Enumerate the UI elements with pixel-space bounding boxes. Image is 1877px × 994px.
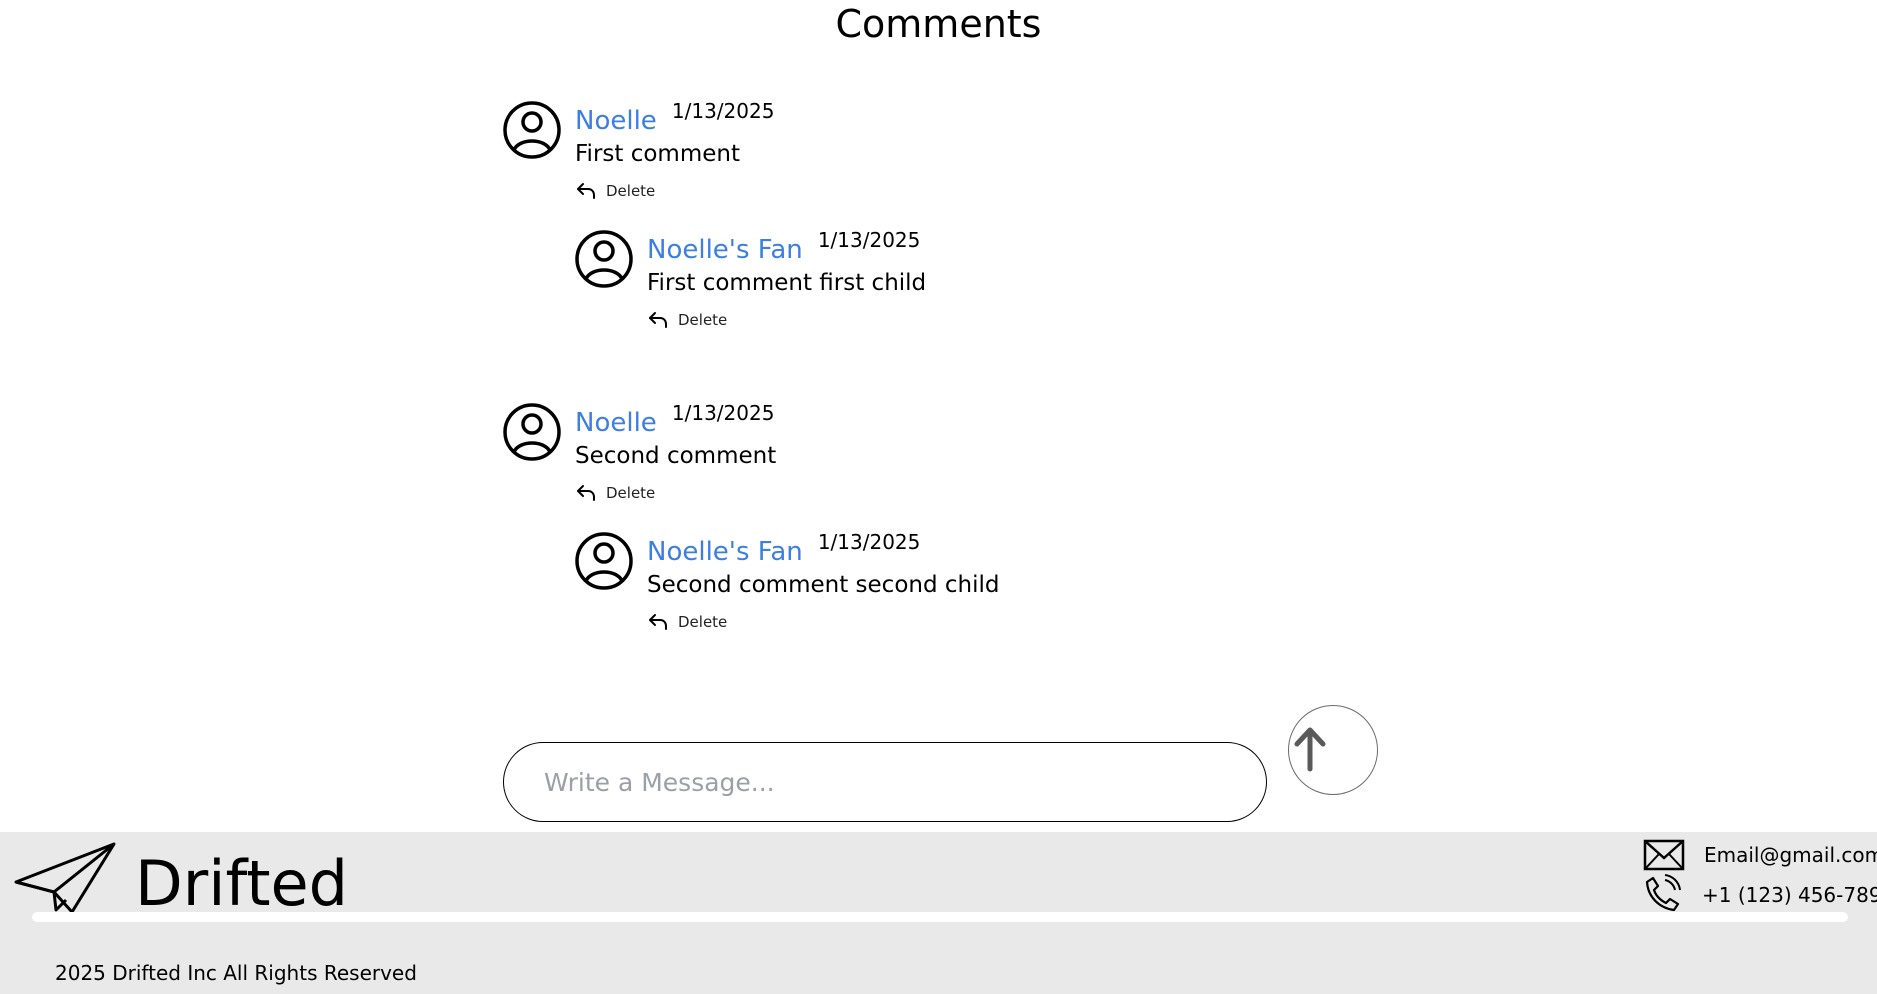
comment-body: Noelle's Fan 1/13/2025 First comment fir… (647, 227, 926, 335)
phone-icon (1645, 874, 1681, 912)
reply-arrow-icon[interactable] (647, 611, 669, 633)
page-title: Comments (835, 2, 1042, 46)
user-avatar-icon[interactable] (575, 529, 633, 593)
send-button[interactable] (1288, 705, 1378, 795)
message-composer (503, 742, 1267, 822)
user-avatar-icon[interactable] (503, 400, 561, 464)
reply-arrow-icon[interactable] (575, 180, 597, 202)
comment-body: Noelle 1/13/2025 Second comment Delete (575, 400, 776, 508)
paper-plane-icon (14, 842, 116, 914)
comment-text: Second comment second child (647, 572, 1000, 598)
comment-author[interactable]: Noelle's Fan (647, 233, 803, 267)
message-input[interactable] (542, 743, 1226, 822)
comment-author[interactable]: Noelle (575, 104, 657, 138)
footer: Drifted Email@gmail.com +1 (123) 456-789… (0, 832, 1877, 994)
comment-date: 1/13/2025 (671, 401, 775, 425)
comment-text: First comment (575, 141, 740, 167)
delete-button[interactable]: Delete (606, 482, 655, 504)
comment-body: Noelle 1/13/2025 First comment Delete (575, 98, 774, 206)
comment-date: 1/13/2025 (817, 228, 921, 252)
user-avatar-icon[interactable] (503, 98, 561, 162)
comment-actions: Delete (647, 607, 999, 637)
comment-date: 1/13/2025 (817, 530, 921, 554)
delete-button[interactable]: Delete (678, 309, 727, 331)
comment-text: First comment first child (647, 270, 927, 296)
footer-divider (32, 912, 1848, 922)
comment-date: 1/13/2025 (671, 99, 775, 123)
comment-author[interactable]: Noelle (575, 406, 657, 440)
delete-button[interactable]: Delete (678, 611, 727, 633)
comment-text: Second comment (575, 443, 777, 469)
comment-actions: Delete (575, 478, 776, 508)
comment-body: Noelle's Fan 1/13/2025 Second comment se… (647, 529, 999, 637)
arrow-up-icon (1294, 727, 1326, 772)
delete-button[interactable]: Delete (606, 180, 655, 202)
copyright-text: 2025 Drifted Inc All Rights Reserved (55, 961, 417, 985)
contact-phone[interactable]: +1 (123) 456-7890 (1702, 880, 1877, 910)
comment-actions: Delete (575, 176, 774, 206)
reply-arrow-icon[interactable] (575, 482, 597, 504)
comment-actions: Delete (647, 305, 926, 335)
reply-arrow-icon[interactable] (647, 309, 669, 331)
contact-email[interactable]: Email@gmail.com (1704, 840, 1877, 870)
comment-author[interactable]: Noelle's Fan (647, 535, 803, 569)
envelope-icon (1643, 838, 1685, 872)
user-avatar-icon[interactable] (575, 227, 633, 291)
